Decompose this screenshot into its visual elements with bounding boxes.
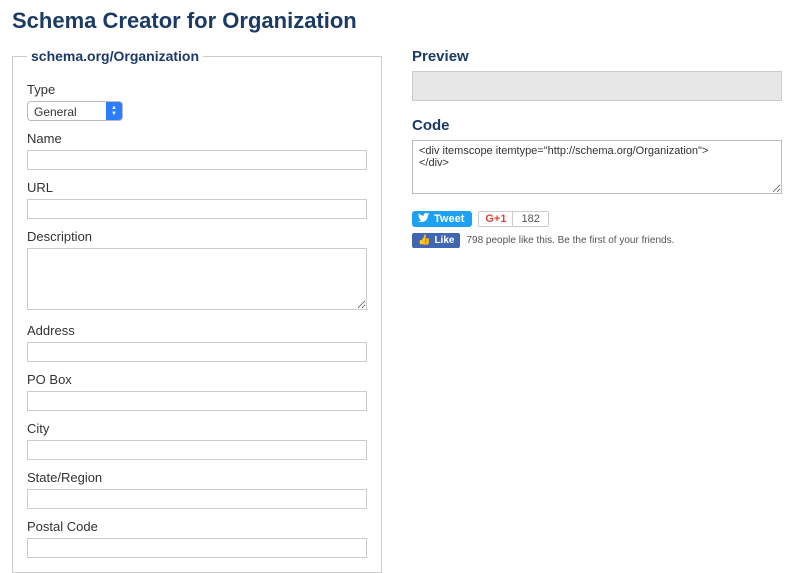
name-input[interactable] — [27, 150, 367, 170]
tweet-button[interactable]: Tweet — [412, 211, 472, 227]
state-label: State/Region — [27, 470, 367, 485]
url-label: URL — [27, 180, 367, 195]
name-label: Name — [27, 131, 367, 146]
code-output[interactable] — [412, 140, 782, 194]
select-arrows-icon: ▲▼ — [106, 102, 122, 120]
gplus-button-group[interactable]: G+1 182 — [478, 211, 548, 227]
address-label: Address — [27, 323, 367, 338]
type-label: Type — [27, 82, 367, 97]
fb-like-label: Like — [434, 235, 454, 246]
type-select[interactable]: General ▲▼ — [27, 101, 123, 121]
page-title: Schema Creator for Organization — [12, 8, 788, 34]
fb-like-text: 798 people like this. Be the first of yo… — [466, 235, 674, 246]
pobox-label: PO Box — [27, 372, 367, 387]
pobox-input[interactable] — [27, 391, 367, 411]
type-select-value: General — [28, 102, 106, 120]
tweet-label: Tweet — [434, 213, 464, 225]
fieldset-legend: schema.org/Organization — [27, 48, 203, 64]
postal-input[interactable] — [27, 538, 367, 558]
twitter-icon — [418, 213, 430, 225]
city-label: City — [27, 421, 367, 436]
organization-fieldset: schema.org/Organization Type General ▲▼ … — [12, 48, 382, 573]
gplus-label: G+1 — [479, 212, 513, 226]
preview-heading: Preview — [412, 48, 782, 65]
city-input[interactable] — [27, 440, 367, 460]
preview-box — [412, 71, 782, 101]
state-input[interactable] — [27, 489, 367, 509]
gplus-count: 182 — [513, 212, 547, 226]
thumbs-up-icon: 👍 — [418, 235, 430, 246]
address-input[interactable] — [27, 342, 367, 362]
postal-label: Postal Code — [27, 519, 367, 534]
description-input[interactable] — [27, 248, 367, 310]
code-heading: Code — [412, 117, 782, 134]
description-label: Description — [27, 229, 367, 244]
fb-like-button[interactable]: 👍 Like — [412, 233, 460, 248]
url-input[interactable] — [27, 199, 367, 219]
